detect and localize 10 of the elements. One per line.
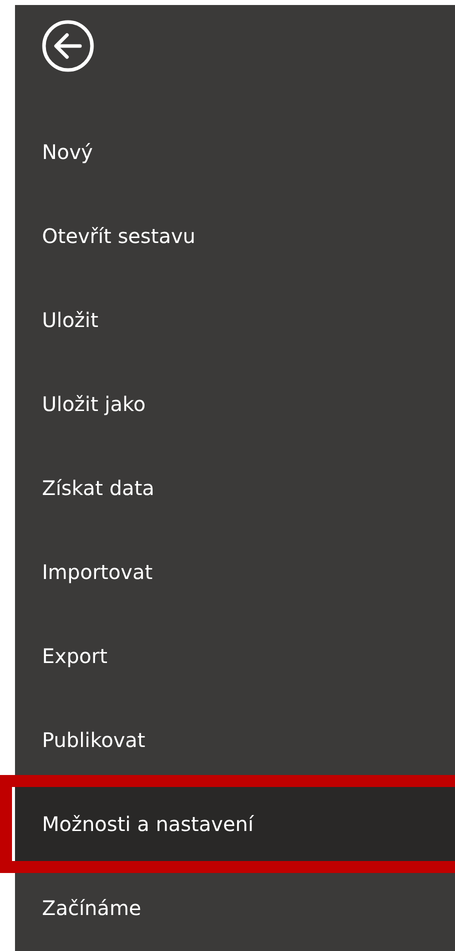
menu-item[interactable]: Importovat [15,530,455,614]
menu-item[interactable]: Nový [15,110,455,194]
menu-item[interactable]: Export [15,614,455,698]
menu-item[interactable]: Začínáme [15,866,455,950]
menu-item[interactable]: Získat data [15,446,455,530]
menu-item[interactable]: Uložit [15,278,455,362]
menu-item[interactable]: Otevřít sestavu [15,194,455,278]
back-button[interactable] [40,18,96,74]
menu-item[interactable]: Uložit jako [15,362,455,446]
menu-item[interactable]: Publikovat [15,698,455,782]
